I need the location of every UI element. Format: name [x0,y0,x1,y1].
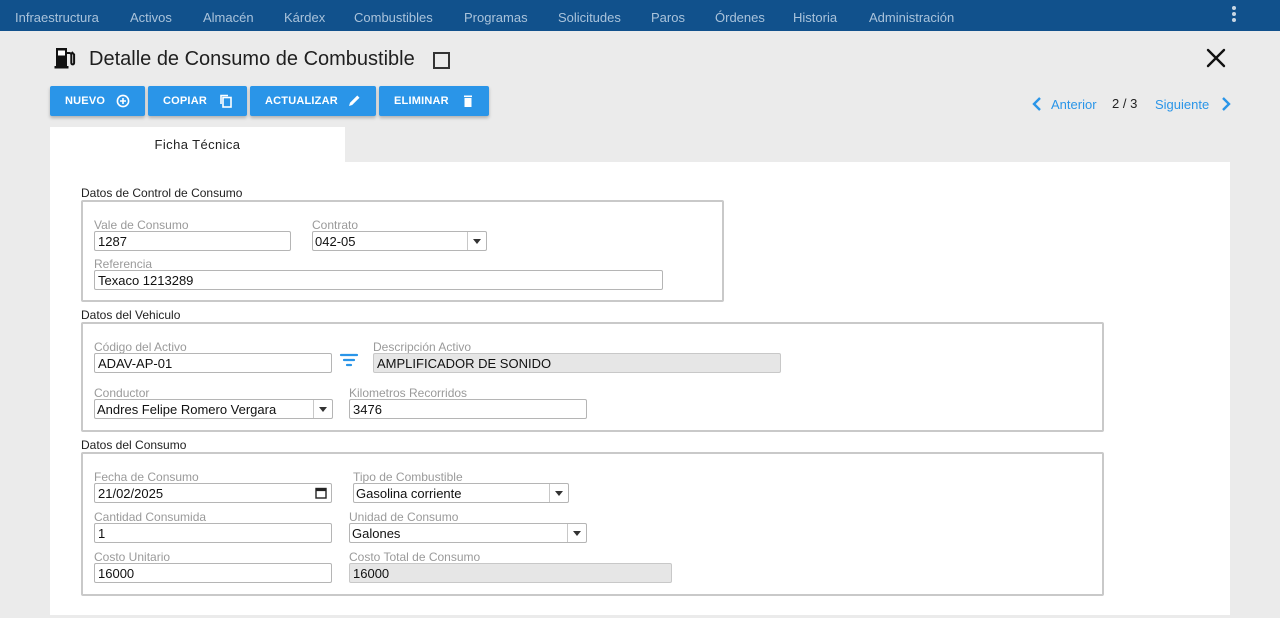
unidad-value: Galones [352,526,401,541]
copy-button-label: COPIAR [163,95,207,107]
costo-unit-input[interactable]: 16000 [94,563,332,583]
vale-input[interactable]: 1287 [94,231,291,251]
referencia-input[interactable]: Texaco 1213289 [94,270,663,290]
nav-item-almacen[interactable]: Almacén [203,10,254,25]
trash-icon [464,95,472,107]
cantidad-label: Cantidad Consumida [94,510,207,524]
update-button-label: ACTUALIZAR [265,95,338,107]
previous-label: Anterior [1051,97,1097,112]
nav-item-infraestructura[interactable]: Infraestructura [15,10,99,25]
descripcion-input: AMPLIFICADOR DE SONIDO [373,353,781,373]
km-label: Kilometros Recorridos [349,386,468,400]
page-title: Detalle de Consumo de Combustible [89,48,415,70]
chevron-down-icon [313,400,332,418]
nav-item-activos[interactable]: Activos [130,10,172,25]
codigo-label: Código del Activo [94,340,187,354]
descripcion-label: Descripción Activo [373,340,472,354]
section-title-vehiculo: Datos del Vehiculo [81,308,181,322]
chevron-right-icon [1222,97,1231,111]
nav-item-ordenes[interactable]: Órdenes [715,10,765,25]
codigo-input[interactable]: ADAV-AP-01 [94,353,332,373]
calendar-icon[interactable] [315,487,327,499]
nav-item-combustibles[interactable]: Combustibles [354,10,433,25]
add-circle-icon [116,94,130,108]
chevron-left-icon [1032,97,1041,111]
chevron-down-icon [467,232,486,250]
tipo-select[interactable]: Gasolina corriente [353,483,569,503]
tipo-value: Gasolina corriente [356,486,462,501]
tipo-label: Tipo de Combustible [353,470,463,484]
delete-button[interactable]: ELIMINAR [379,86,489,116]
unidad-select[interactable]: Galones [349,523,587,543]
new-button[interactable]: NUEVO [50,86,145,116]
top-navigation-bar: Infraestructura Activos Almacén Kárdex C… [0,0,1280,31]
referencia-label: Referencia [94,257,153,271]
nav-item-administracion[interactable]: Administración [869,10,954,25]
nav-item-historia[interactable]: Historia [793,10,837,25]
km-input[interactable]: 3476 [349,399,587,419]
cantidad-input[interactable]: 1 [94,523,332,543]
previous-record-button[interactable]: Anterior [1030,96,1100,112]
nav-item-programas[interactable]: Programas [464,10,528,25]
contrato-select[interactable]: 042-05 [312,231,487,251]
nav-item-kardex[interactable]: Kárdex [284,10,325,25]
conductor-select[interactable]: Andres Felipe Romero Vergara [94,399,333,419]
tab-label: Ficha Técnica [154,137,241,152]
close-icon[interactable] [1205,47,1227,69]
unidad-label: Unidad de Consumo [349,510,459,524]
fecha-input[interactable]: 21/02/2025 [94,483,332,503]
contrato-value: 042-05 [315,234,356,249]
filter-icon[interactable] [339,352,359,368]
favorite-checkbox[interactable] [433,52,450,69]
costo-total-label: Costo Total de Consumo [349,550,481,564]
section-title-consumo: Datos del Consumo [81,438,187,452]
conductor-value: Andres Felipe Romero Vergara [97,402,277,417]
new-button-label: NUEVO [65,95,106,107]
fecha-value: 21/02/2025 [98,486,164,501]
update-button[interactable]: ACTUALIZAR [250,86,376,116]
next-record-button[interactable]: Siguiente [1155,96,1233,112]
conductor-label: Conductor [94,386,150,400]
delete-button-label: ELIMINAR [394,95,449,107]
tab-ficha-tecnica[interactable]: Ficha Técnica [50,127,345,162]
costo-unit-label: Costo Unitario [94,550,171,564]
next-label: Siguiente [1155,97,1210,112]
more-options-icon[interactable] [1228,6,1240,24]
vale-label: Vale de Consumo [94,218,189,232]
fuel-pump-icon [54,48,76,69]
costo-total-input: 16000 [349,563,672,583]
pencil-icon [349,95,360,106]
nav-item-solicitudes[interactable]: Solicitudes [558,10,621,25]
chevron-down-icon [549,484,568,502]
chevron-down-icon [567,524,586,542]
fecha-label: Fecha de Consumo [94,470,199,484]
contrato-label: Contrato [312,218,359,232]
section-title-control: Datos de Control de Consumo [81,186,243,200]
copy-button[interactable]: COPIAR [148,86,247,116]
copy-icon [220,94,232,108]
nav-item-paros[interactable]: Paros [651,10,685,25]
record-counter: 2 / 3 [1112,96,1138,111]
